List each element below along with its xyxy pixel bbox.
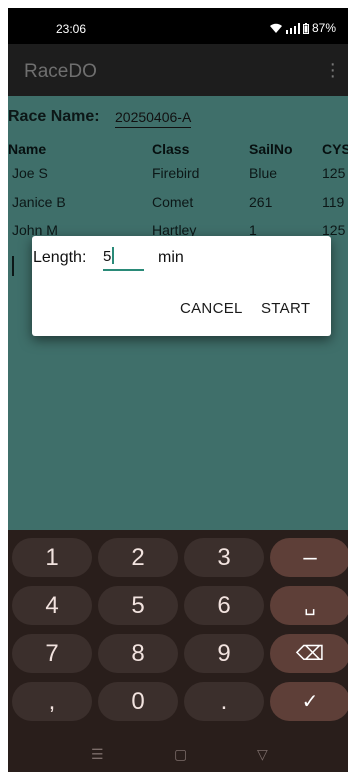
- key-1[interactable]: 1: [12, 538, 92, 577]
- row1-class[interactable]: Firebird: [152, 165, 199, 181]
- header-class: Class: [152, 141, 190, 157]
- status-time: 23:06: [56, 22, 87, 36]
- key-3[interactable]: 3: [184, 538, 264, 577]
- key-7[interactable]: 7: [12, 634, 92, 673]
- more-vert-icon[interactable]: · · ·: [329, 54, 336, 86]
- signal-icon: [285, 22, 300, 34]
- app-title: RaceDO: [24, 61, 97, 82]
- check-icon[interactable]: ✓: [270, 682, 348, 721]
- row2-name[interactable]: Janice B: [12, 194, 66, 210]
- backspace-icon[interactable]: ⌫: [270, 634, 348, 673]
- row2-class[interactable]: Comet: [152, 194, 193, 210]
- recents-icon[interactable]: ☰: [91, 746, 104, 763]
- status-bar: 23:06 87%: [8, 8, 348, 44]
- text-cursor: [112, 247, 115, 264]
- length-label: Length:: [33, 249, 87, 266]
- row1-sailno[interactable]: Blue: [249, 165, 277, 181]
- row1-name[interactable]: Joe S: [12, 165, 48, 181]
- race-name-row: Race Name: 20250406-A: [8, 108, 192, 128]
- race-name-field[interactable]: 20250406-A: [115, 109, 192, 128]
- header-sailno: SailNo: [249, 141, 293, 157]
- system-nav-bar: ☰ ▢ ▽: [8, 736, 348, 772]
- cancel-button[interactable]: CANCEL: [180, 300, 243, 317]
- key-minus[interactable]: –: [270, 538, 348, 577]
- key-period[interactable]: .: [184, 682, 264, 721]
- battery-icon: [302, 22, 309, 34]
- key-0[interactable]: 0: [98, 682, 178, 721]
- back-icon[interactable]: ▽: [257, 746, 268, 763]
- start-button[interactable]: START: [261, 300, 310, 317]
- phone-screen: 23:06 87% RaceDO · · · Race Name: 20250406…: [8, 8, 348, 772]
- length-input[interactable]: 5: [103, 247, 144, 271]
- row1-cys[interactable]: 125: [322, 165, 345, 181]
- race-name-label: Race Name:: [8, 108, 100, 125]
- key-6[interactable]: 6: [184, 586, 264, 625]
- length-unit: min: [158, 249, 184, 266]
- key-2[interactable]: 2: [98, 538, 178, 577]
- row2-cys[interactable]: 119: [322, 194, 344, 210]
- key-comma[interactable]: ,: [12, 682, 92, 721]
- key-9[interactable]: 9: [184, 634, 264, 673]
- home-icon[interactable]: ▢: [174, 746, 187, 763]
- row2-sailno[interactable]: 261: [249, 194, 272, 210]
- length-value: 5: [103, 248, 112, 265]
- wifi-icon: [269, 22, 283, 34]
- battery-percent: 87%: [311, 21, 336, 35]
- row-divider: [12, 256, 14, 276]
- length-dialog: Length: 5 min CANCEL START: [32, 236, 331, 336]
- key-4[interactable]: 4: [12, 586, 92, 625]
- space-key-icon[interactable]: ␣: [270, 586, 348, 625]
- key-5[interactable]: 5: [98, 586, 178, 625]
- app-bar: RaceDO · · ·: [8, 44, 348, 96]
- key-8[interactable]: 8: [98, 634, 178, 673]
- header-cys: CYS: [322, 141, 348, 157]
- header-name: Name: [8, 141, 47, 157]
